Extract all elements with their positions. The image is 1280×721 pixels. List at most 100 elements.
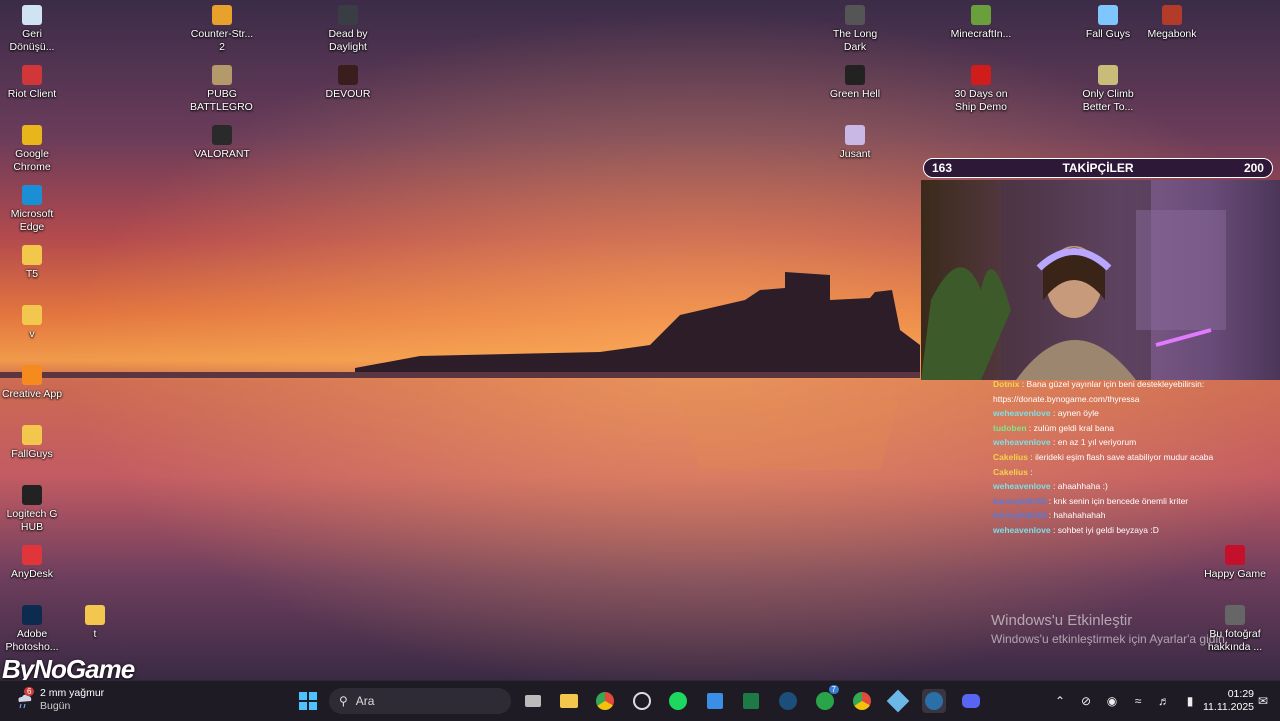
chrome-icon: [853, 692, 871, 710]
volume-icon[interactable]: ♬: [1151, 694, 1177, 708]
file-explorer-button[interactable]: [557, 689, 581, 713]
chat-username[interactable]: karanyildiz54: [993, 510, 1046, 520]
desktop-icon[interactable]: Creative App: [0, 365, 64, 401]
megabonk-icon: [1162, 5, 1182, 25]
desktop-icon[interactable]: Dead by Daylight: [316, 5, 380, 54]
desktop-icon[interactable]: The Long Dark: [823, 5, 887, 54]
desktop-icon-label: Only Climb Better To...: [1082, 88, 1134, 113]
spotify-button[interactable]: [666, 689, 690, 713]
desktop-icon[interactable]: v: [0, 305, 64, 341]
task-view-button[interactable]: [521, 689, 545, 713]
desktop-icon[interactable]: VALORANT: [190, 125, 254, 161]
activation-title: Windows'u Etkinleştir: [991, 612, 1133, 629]
desktop-icon[interactable]: AnyDesk: [0, 545, 64, 581]
xbox-icon: [816, 692, 834, 710]
clock[interactable]: 01:29 11.11.2025: [1203, 688, 1254, 714]
desktop-icon[interactable]: Counter-Str... 2: [190, 5, 254, 54]
desktop-icon[interactable]: Green Hell: [823, 65, 887, 101]
follower-goal: 200: [1243, 161, 1264, 175]
desktop-icon[interactable]: FallGuys: [0, 425, 64, 461]
steam-button[interactable]: [776, 689, 800, 713]
clock-date: 11.11.2025: [1203, 701, 1254, 713]
desktop-icon-label: VALORANT: [194, 148, 250, 160]
desktop-icon[interactable]: PUBG BATTLEGRO...: [190, 65, 254, 114]
obs-button[interactable]: [630, 689, 654, 713]
wifi-icon[interactable]: ≈: [1125, 694, 1151, 708]
desktop-icon[interactable]: MinecraftIn...: [949, 5, 1013, 41]
chat-username[interactable]: tudoben: [993, 423, 1027, 433]
weather-text: 2 mm yağmur: [40, 687, 105, 699]
steam-icon: [925, 692, 943, 710]
desktop-icon[interactable]: t: [63, 605, 127, 641]
desktop-icon[interactable]: Fall Guys: [1076, 5, 1140, 41]
folder-icon: [560, 694, 578, 708]
dbd-icon: [338, 5, 358, 25]
search-box[interactable]: ⚲ Ara: [329, 688, 511, 714]
weather-widget[interactable]: 6 2 mm yağmur Bugün: [14, 687, 104, 713]
search-placeholder: Ara: [355, 694, 375, 708]
start-button[interactable]: [296, 689, 320, 713]
photoshop-icon: [22, 605, 42, 625]
desktop-icon[interactable]: Google Chrome: [0, 125, 64, 174]
desktop-icon[interactable]: Only Climb Better To...: [1076, 65, 1140, 114]
desktop-icon[interactable]: Microsoft Edge: [0, 185, 64, 234]
follower-count: 163: [932, 161, 953, 175]
chrome-button[interactable]: [593, 689, 617, 713]
desktop-icon-label: Green Hell: [829, 88, 881, 100]
chat-username[interactable]: Dotnix: [993, 379, 1019, 389]
minecraft-icon: [971, 5, 991, 25]
desktop-icon-label: Counter-Str... 2: [190, 28, 254, 53]
desktop-icon-label: Megabonk: [1147, 28, 1197, 40]
desktop-icon[interactable]: Geri Dönüşü...: [0, 5, 64, 54]
chat-username[interactable]: weheavenlove: [993, 525, 1051, 535]
obs-icon: [633, 692, 651, 710]
desktop-icon[interactable]: Logitech G HUB: [0, 485, 64, 534]
desktop-icon-label: PUBG BATTLEGRO...: [190, 88, 254, 113]
chat-username[interactable]: Cakelius: [993, 452, 1028, 462]
desktop-icon[interactable]: Jusant: [823, 125, 887, 161]
desktop-icon-label: AnyDesk: [10, 568, 53, 580]
desktop-icon-label: T5: [25, 268, 39, 280]
desktop-icon-label: Logitech G HUB: [6, 508, 58, 533]
desktop-icon[interactable]: T5: [0, 245, 64, 281]
chat-message: Dotnix : Bana güzel yayınlar için beni d…: [993, 377, 1278, 392]
chat-text: : aynen öyle: [1053, 408, 1099, 419]
desktop-icon[interactable]: Megabonk: [1140, 5, 1204, 41]
chat-username[interactable]: weheavenlove: [993, 437, 1051, 447]
desktop-icon[interactable]: DEVOUR: [316, 65, 380, 101]
green-hell-icon: [845, 65, 865, 85]
folder-icon: [22, 425, 42, 445]
valorant-icon: [212, 125, 232, 145]
desktop-icon[interactable]: 30 Days on Ship Demo: [949, 65, 1013, 114]
store-button[interactable]: [703, 689, 727, 713]
chat-text: : zulüm geldi kral bana: [1028, 422, 1114, 433]
battery-icon[interactable]: ▮: [1177, 694, 1203, 708]
chat-username[interactable]: weheavenlove: [993, 408, 1051, 418]
cs2-icon: [212, 5, 232, 25]
app-icon: [886, 689, 910, 713]
discord-button[interactable]: [959, 689, 983, 713]
store-icon: [707, 693, 723, 709]
chat-username[interactable]: karanyildiz55: [993, 496, 1046, 506]
chrome-icon: [22, 125, 42, 145]
chat-message: karanyildiz54 : hahahahahah: [993, 508, 1278, 523]
chat-username[interactable]: Cakelius: [993, 467, 1028, 477]
desktop-icon[interactable]: Happy Game: [1203, 545, 1267, 581]
app-button[interactable]: [886, 689, 910, 713]
follower-title: TAKİPÇİLER: [1062, 161, 1134, 175]
long-dark-icon: [845, 5, 865, 25]
chat-message: weheavenlove : sohbet iyi geldi beyzaya …: [993, 523, 1278, 538]
chat-username[interactable]: weheavenlove: [993, 481, 1051, 491]
xbox-button[interactable]: 7: [813, 685, 839, 713]
webcam-overlay: [921, 180, 1280, 380]
chevron-up-icon[interactable]: ⌃: [1047, 694, 1073, 708]
excel-button[interactable]: [739, 689, 763, 713]
notification-bell-icon[interactable]: ✉: [1250, 694, 1276, 708]
chrome-profile-button[interactable]: [850, 689, 874, 713]
desktop-icon[interactable]: Riot Client: [0, 65, 64, 101]
network-off-icon[interactable]: ⊘: [1073, 694, 1099, 708]
steam-active-button[interactable]: [922, 689, 946, 713]
desktop-icon-label: Adobe Photosho...: [5, 628, 59, 653]
desktop-icon[interactable]: Adobe Photosho...: [0, 605, 64, 654]
microphone-icon[interactable]: ◉: [1099, 694, 1125, 708]
